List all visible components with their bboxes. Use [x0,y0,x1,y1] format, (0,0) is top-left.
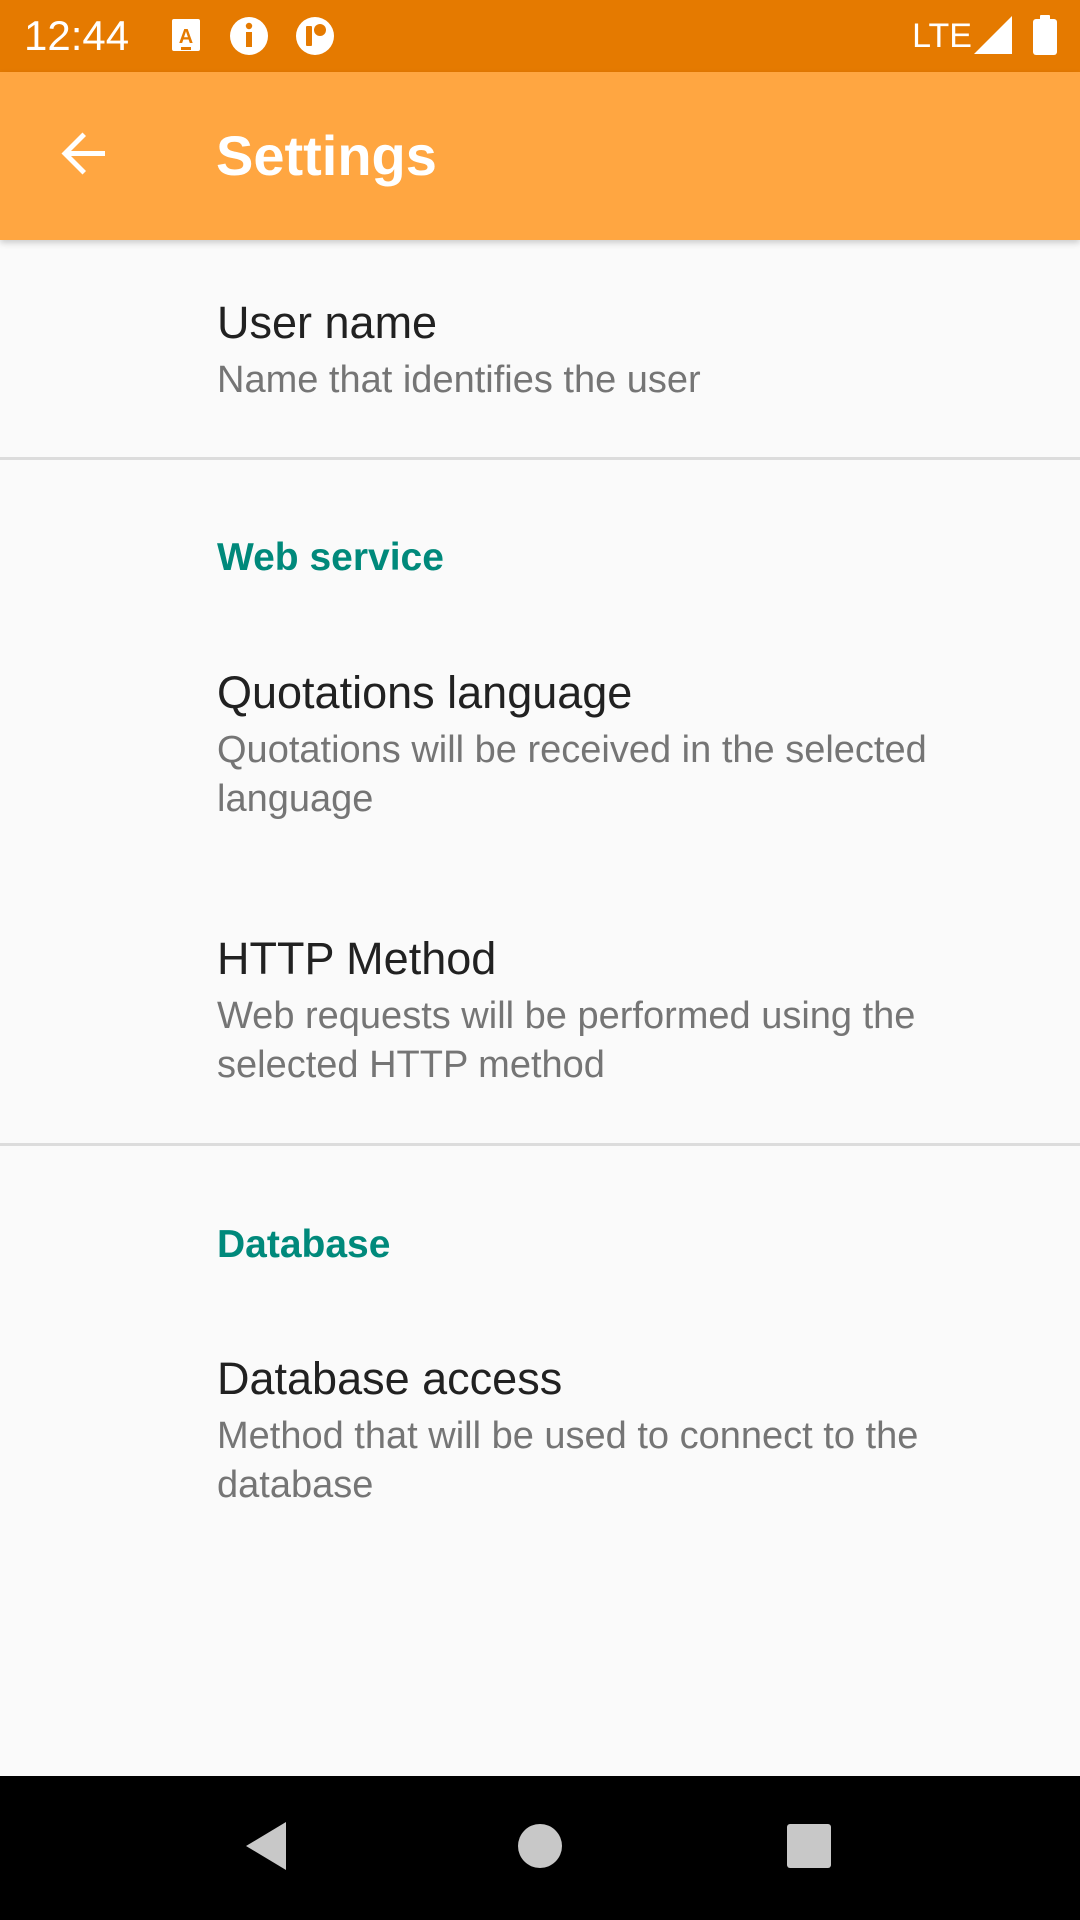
back-triangle-icon [242,1818,292,1879]
page-title: Settings [216,124,437,187]
category-database: Database [217,1223,391,1266]
pref-summary: Name that identifies the user [217,359,701,401]
pref-http-method[interactable]: HTTP Method Web requests will be perform… [0,880,1080,1142]
divider [0,457,1080,460]
nav-home-button[interactable] [504,1812,576,1884]
pref-title: HTTP Method [217,933,497,984]
battery-icon [1032,14,1058,56]
pref-database-access[interactable]: Database access Method that will be used… [0,1302,1080,1562]
status-bar: 12:44 A LTE [0,0,1080,72]
preference-list: User name Name that identifies the user … [0,240,1080,1776]
pref-title: Quotations language [217,667,633,718]
a-notification-icon: A [168,15,210,57]
network-type: LTE [912,17,972,55]
nav-recents-button[interactable] [773,1812,845,1884]
arrow-back-icon [59,129,109,184]
recents-square-icon [785,1822,833,1875]
signal-icon [972,14,1014,56]
pref-quotations-language[interactable]: Quotations language Quotations will be r… [0,620,1080,876]
navigation-bar [0,1776,1080,1920]
home-circle-icon [516,1822,564,1875]
category-web-service: Web service [217,536,444,579]
svg-text:A: A [179,26,193,48]
info-icon [228,15,270,57]
back-button[interactable] [36,108,132,204]
pref-summary: Quotations will be received in the selec… [217,729,927,820]
pref-title: Database access [217,1353,563,1404]
pref-user-name[interactable]: User name Name that identifies the user [0,240,1080,458]
pref-summary: Method that will be used to connect to t… [217,1415,919,1506]
status-time: 12:44 [24,12,130,59]
app-bar: Settings [0,72,1080,240]
settings-screen: 12:44 A LTE Settings User name Name that… [0,0,1080,1920]
app-notification-icon [294,15,336,57]
divider [0,1143,1080,1146]
pref-summary: Web requests will be performed using the… [217,995,916,1086]
pref-title: User name [217,297,438,348]
nav-back-button[interactable] [231,1812,303,1884]
